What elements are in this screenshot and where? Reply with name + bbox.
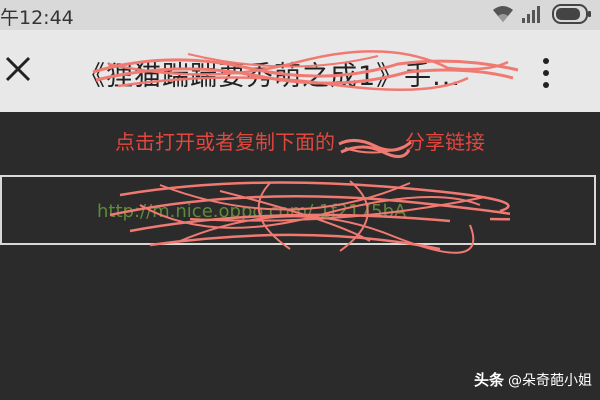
share-link-text[interactable]: http://m.nice.oppo.com/ 1f2175bA — [97, 201, 406, 222]
redacted-word — [335, 134, 405, 154]
signal-icon — [522, 5, 544, 23]
instruction-suffix: 分享链接 — [405, 130, 485, 154]
watermark-handle: @朵奇葩小姐 — [508, 372, 592, 389]
page-title: 《狸猫踹踹要秀萌之成1》手... — [78, 61, 461, 92]
toutiao-watermark: 头条 @朵奇葩小姐 — [474, 369, 592, 390]
instruction-prefix: 点击打开或者复制下面的 — [115, 130, 335, 154]
share-link-box[interactable]: http://m.nice.oppo.com/ 1f2175bA — [0, 175, 596, 245]
status-icons — [492, 4, 592, 24]
more-options-button[interactable] — [532, 52, 560, 94]
close-icon — [4, 55, 32, 87]
more-vertical-icon — [543, 58, 549, 64]
more-vertical-icon-dot — [543, 70, 549, 76]
share-instruction: 点击打开或者复制下面的 分享链接 — [0, 126, 600, 155]
title-bar: 《狸猫踹踹要秀萌之成1》手... — [0, 30, 600, 112]
close-button[interactable] — [0, 50, 36, 92]
battery-icon — [552, 4, 592, 24]
status-bar: 午12:44 — [0, 0, 600, 30]
wifi-icon — [492, 5, 514, 23]
content-area: 点击打开或者复制下面的 分享链接 http://m.nice.oppo.com/ … — [0, 112, 600, 400]
status-time: 午12:44 — [0, 7, 74, 29]
watermark-brand: 头条 — [473, 371, 504, 389]
more-vertical-icon-dot — [543, 82, 549, 88]
